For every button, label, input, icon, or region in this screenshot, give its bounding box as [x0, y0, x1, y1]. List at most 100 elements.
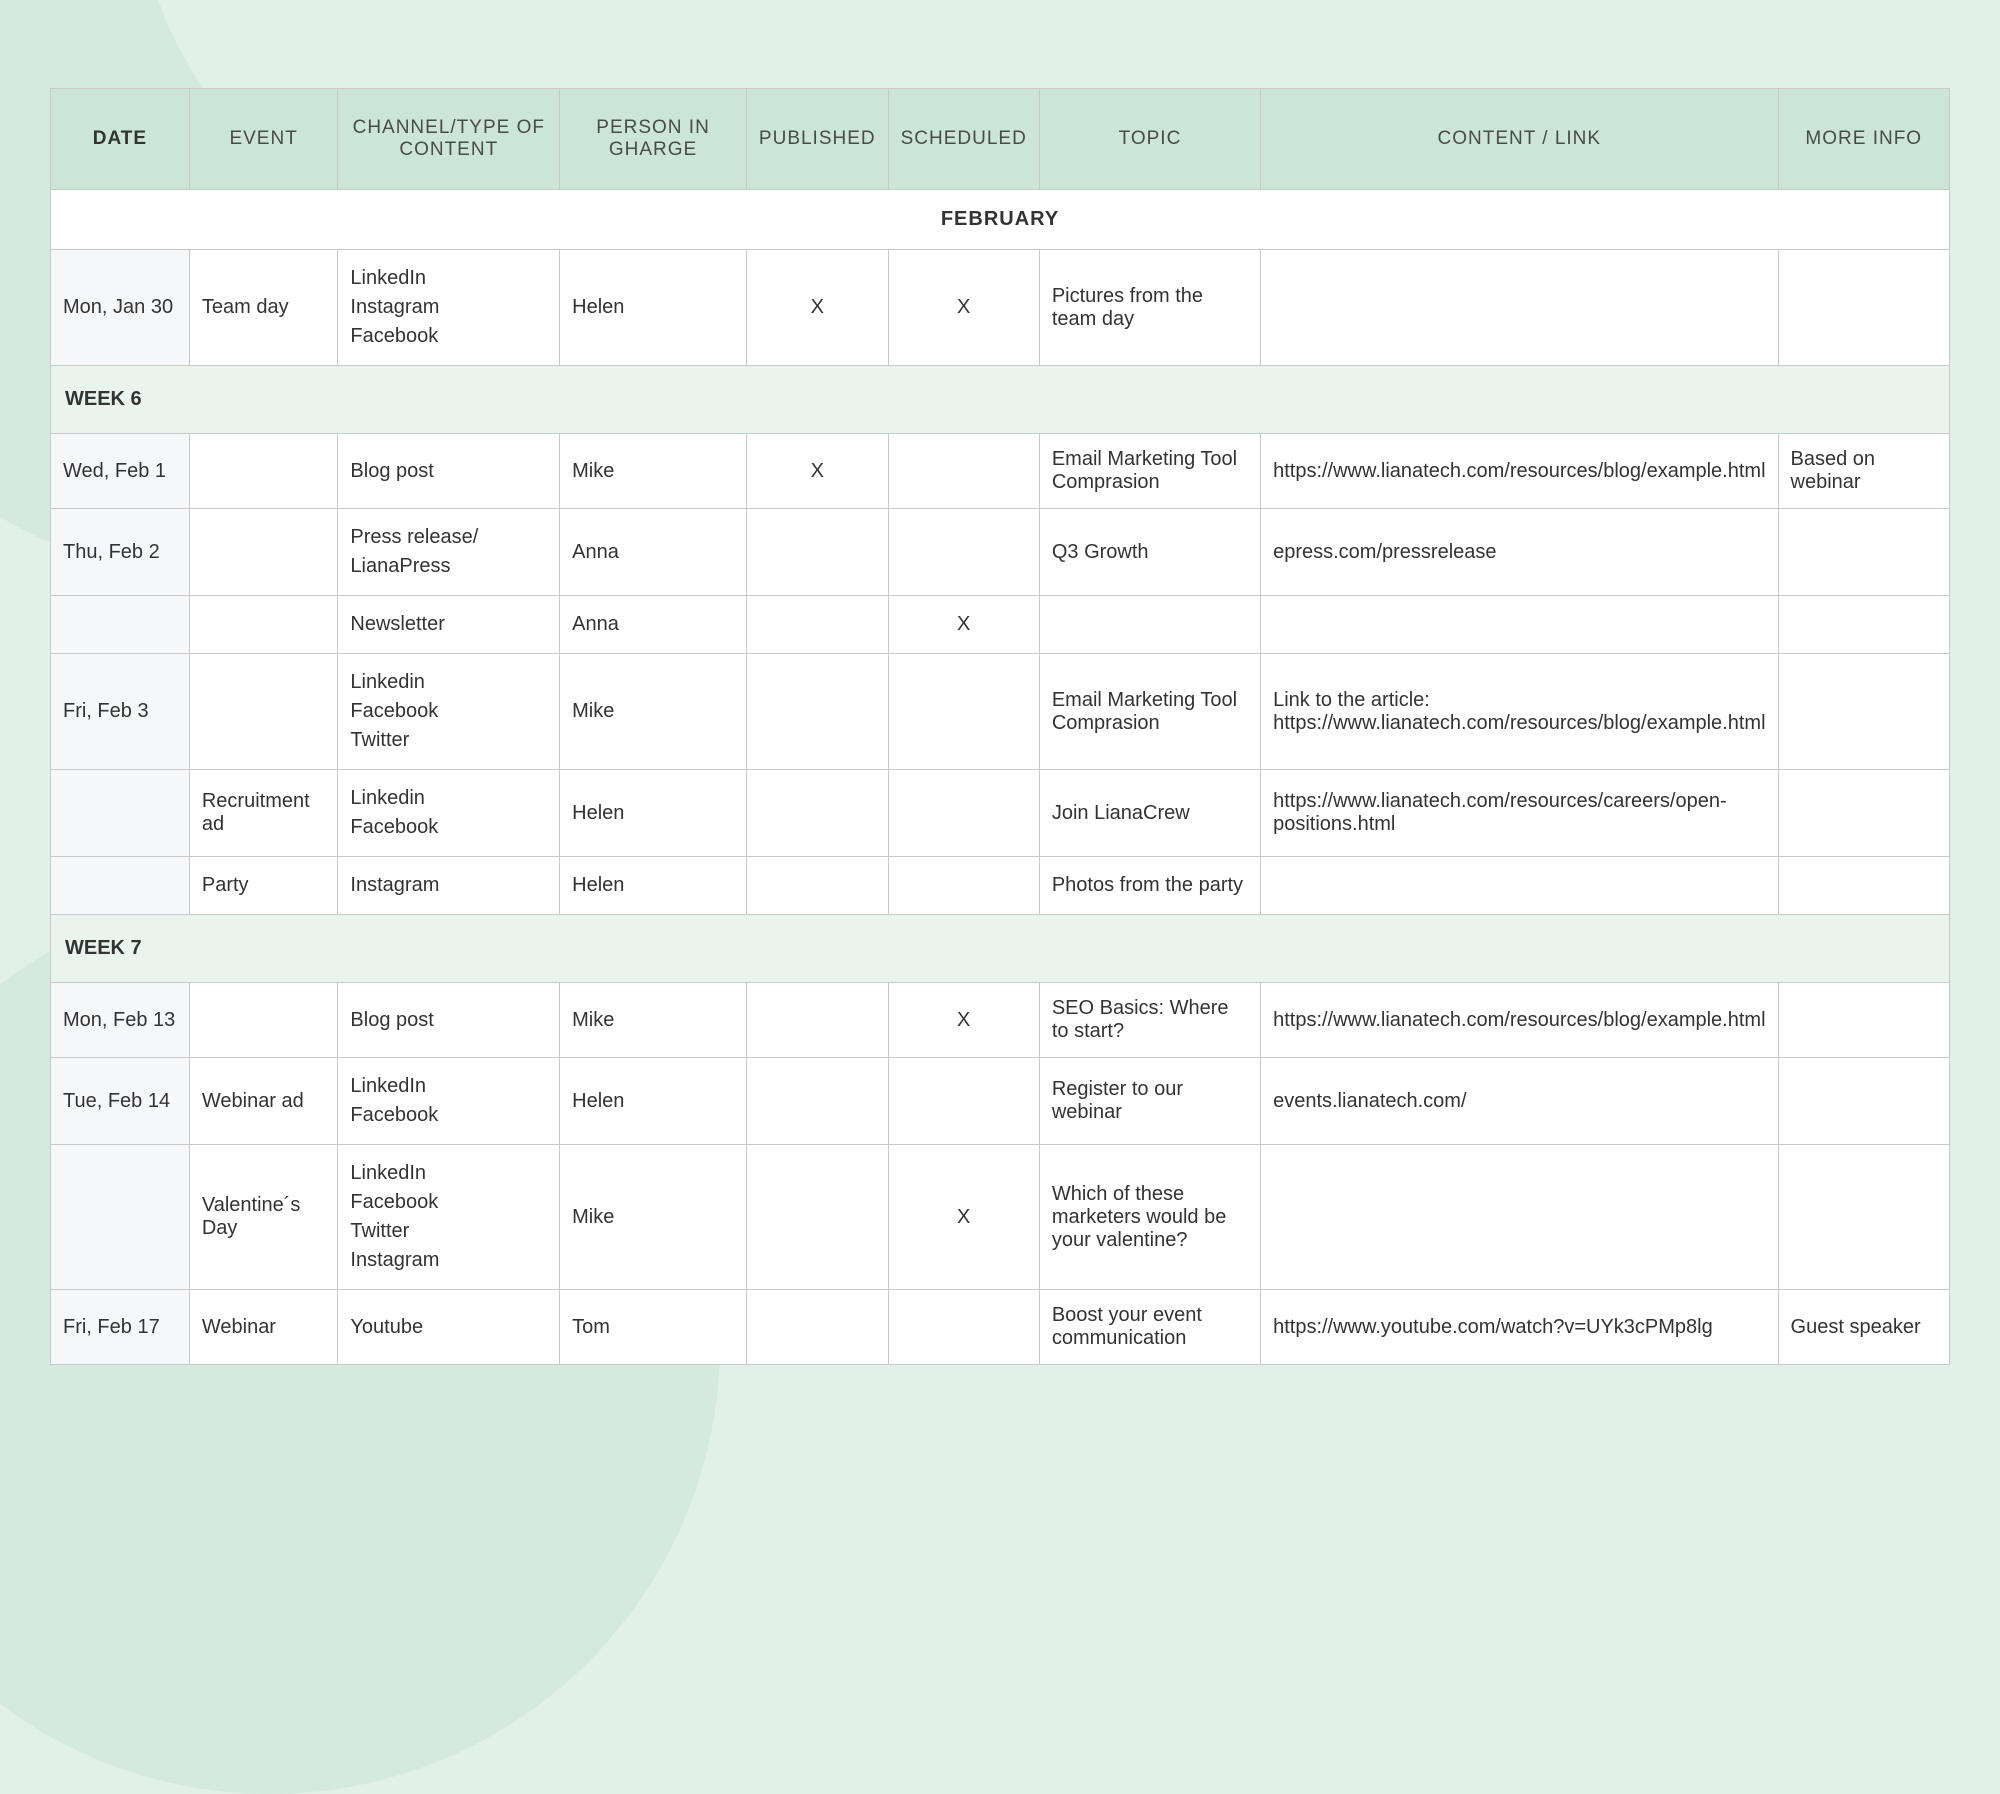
cell-scheduled: X — [888, 250, 1039, 366]
cell-person: Helen — [560, 1058, 747, 1145]
cell-event: Webinar — [189, 1290, 338, 1365]
cell-channel: LinkedInFacebookTwitterInstagram — [338, 1145, 560, 1290]
table-row: Newsletter Anna X — [51, 596, 1950, 654]
cell-more — [1778, 770, 1949, 857]
cell-topic — [1039, 596, 1260, 654]
cell-published: X — [746, 434, 888, 509]
cell-content — [1261, 250, 1778, 366]
header-more: MORE INFO — [1778, 89, 1949, 190]
header-channel: CHANNEL/TYPE OF CONTENT — [338, 89, 560, 190]
cell-content: https://www.lianatech.com/resources/blog… — [1261, 434, 1778, 509]
cell-date: Tue, Feb 14 — [51, 1058, 190, 1145]
cell-more — [1778, 596, 1949, 654]
content-calendar-table: DATE EVENT CHANNEL/TYPE OF CONTENT PERSO… — [50, 88, 1950, 1365]
cell-event: Recruitment ad — [189, 770, 338, 857]
cell-scheduled — [888, 509, 1039, 596]
cell-more — [1778, 250, 1949, 366]
cell-more — [1778, 857, 1949, 915]
cell-content: Link to the article: https://www.lianate… — [1261, 654, 1778, 770]
cell-more: Based on webinar — [1778, 434, 1949, 509]
cell-date: Fri, Feb 3 — [51, 654, 190, 770]
cell-topic: Q3 Growth — [1039, 509, 1260, 596]
cell-scheduled — [888, 1058, 1039, 1145]
cell-person: Mike — [560, 983, 747, 1058]
cell-topic: Email Marketing Tool Comprasion — [1039, 434, 1260, 509]
header-person: PERSON IN GHARGE — [560, 89, 747, 190]
cell-topic: Photos from the party — [1039, 857, 1260, 915]
week-row: WEEK 6 — [51, 366, 1950, 434]
cell-channel: Newsletter — [338, 596, 560, 654]
cell-person: Mike — [560, 434, 747, 509]
cell-channel: LinkedInFacebook — [338, 1058, 560, 1145]
cell-date: Mon, Jan 30 — [51, 250, 190, 366]
cell-published — [746, 1290, 888, 1365]
page-container: DATE EVENT CHANNEL/TYPE OF CONTENT PERSO… — [0, 0, 2000, 1453]
cell-topic: Register to our webinar — [1039, 1058, 1260, 1145]
header-content: CONTENT / LINK — [1261, 89, 1778, 190]
header-scheduled: SCHEDULED — [888, 89, 1039, 190]
cell-event: Webinar ad — [189, 1058, 338, 1145]
cell-channel: Youtube — [338, 1290, 560, 1365]
month-label: FEBRUARY — [51, 190, 1950, 250]
cell-event: Team day — [189, 250, 338, 366]
table-row: Thu, Feb 2 Press release/LianaPress Anna… — [51, 509, 1950, 596]
cell-scheduled — [888, 1290, 1039, 1365]
cell-content: epress.com/pressrelease — [1261, 509, 1778, 596]
table-header: DATE EVENT CHANNEL/TYPE OF CONTENT PERSO… — [51, 89, 1950, 190]
cell-topic: Join LianaCrew — [1039, 770, 1260, 857]
week-row: WEEK 7 — [51, 915, 1950, 983]
table-row: Wed, Feb 1 Blog post Mike X Email Market… — [51, 434, 1950, 509]
cell-channel: Instagram — [338, 857, 560, 915]
cell-event — [189, 509, 338, 596]
cell-more — [1778, 1145, 1949, 1290]
cell-published — [746, 770, 888, 857]
cell-published — [746, 509, 888, 596]
cell-date: Fri, Feb 17 — [51, 1290, 190, 1365]
cell-person: Mike — [560, 1145, 747, 1290]
cell-event: Party — [189, 857, 338, 915]
cell-published — [746, 983, 888, 1058]
cell-content — [1261, 1145, 1778, 1290]
cell-date: Thu, Feb 2 — [51, 509, 190, 596]
cell-person: Mike — [560, 654, 747, 770]
cell-date — [51, 770, 190, 857]
cell-channel: Press release/LianaPress — [338, 509, 560, 596]
month-row: FEBRUARY — [51, 190, 1950, 250]
cell-event — [189, 434, 338, 509]
header-date: DATE — [51, 89, 190, 190]
cell-more — [1778, 983, 1949, 1058]
cell-channel: Blog post — [338, 434, 560, 509]
cell-date — [51, 596, 190, 654]
cell-content — [1261, 596, 1778, 654]
cell-channel: LinkedinFacebook — [338, 770, 560, 857]
table-row: Valentine´s Day LinkedInFacebookTwitterI… — [51, 1145, 1950, 1290]
cell-content: https://www.lianatech.com/resources/blog… — [1261, 983, 1778, 1058]
cell-published: X — [746, 250, 888, 366]
table-row: Fri, Feb 3 LinkedinFacebookTwitter Mike … — [51, 654, 1950, 770]
table-row: Recruitment ad LinkedinFacebook Helen Jo… — [51, 770, 1950, 857]
cell-published — [746, 654, 888, 770]
cell-published — [746, 1145, 888, 1290]
cell-scheduled — [888, 857, 1039, 915]
cell-person: Anna — [560, 596, 747, 654]
cell-channel: Blog post — [338, 983, 560, 1058]
cell-date: Wed, Feb 1 — [51, 434, 190, 509]
table-row: Fri, Feb 17 Webinar Youtube Tom Boost yo… — [51, 1290, 1950, 1365]
cell-event — [189, 983, 338, 1058]
cell-more: Guest speaker — [1778, 1290, 1949, 1365]
table-row: Mon, Feb 13 Blog post Mike X SEO Basics:… — [51, 983, 1950, 1058]
cell-published — [746, 1058, 888, 1145]
cell-person: Helen — [560, 857, 747, 915]
cell-content — [1261, 857, 1778, 915]
table-row: Party Instagram Helen Photos from the pa… — [51, 857, 1950, 915]
cell-scheduled — [888, 434, 1039, 509]
cell-more — [1778, 654, 1949, 770]
cell-person: Helen — [560, 250, 747, 366]
cell-person: Helen — [560, 770, 747, 857]
cell-event — [189, 654, 338, 770]
cell-content: https://www.lianatech.com/resources/care… — [1261, 770, 1778, 857]
cell-published — [746, 857, 888, 915]
cell-event: Valentine´s Day — [189, 1145, 338, 1290]
cell-topic: Pictures from the team day — [1039, 250, 1260, 366]
cell-scheduled: X — [888, 1145, 1039, 1290]
